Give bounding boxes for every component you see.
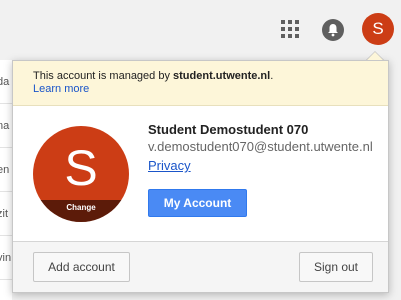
account-avatar-button[interactable]: S <box>362 13 394 45</box>
banner-suffix: . <box>270 70 274 82</box>
top-bar: S <box>0 0 401 60</box>
grid-apps-icon[interactable] <box>281 20 299 38</box>
avatar-letter: S <box>64 140 98 196</box>
privacy-link[interactable]: Privacy <box>148 158 191 173</box>
account-name: Student Demostudent 070 <box>148 122 309 137</box>
list-item: na <box>0 104 12 148</box>
list-item: da <box>0 60 12 104</box>
list-item: en <box>0 148 12 192</box>
sign-out-button[interactable]: Sign out <box>299 252 373 282</box>
bell-icon[interactable] <box>322 19 344 41</box>
popup-caret-fill <box>367 52 383 60</box>
my-account-button[interactable]: My Account <box>148 189 247 217</box>
list-item: zit <box>0 192 12 236</box>
profile-avatar[interactable]: S Change <box>33 126 129 222</box>
add-account-button[interactable]: Add account <box>33 252 130 282</box>
list-item: vin <box>0 236 12 280</box>
banner-domain: student.utwente.nl <box>173 70 271 82</box>
popup-footer: Add account Sign out <box>13 241 388 292</box>
managed-account-banner: This account is managed by student.utwen… <box>13 61 388 106</box>
account-popup: This account is managed by student.utwen… <box>12 60 389 293</box>
banner-prefix: This account is managed by <box>33 70 174 82</box>
change-photo-button[interactable]: Change <box>33 200 129 222</box>
learn-more-link[interactable]: Learn more <box>33 83 388 96</box>
background-list: da na en zit vin <box>0 60 12 300</box>
account-email: v.demostudent070@student.utwente.nl <box>148 139 373 154</box>
